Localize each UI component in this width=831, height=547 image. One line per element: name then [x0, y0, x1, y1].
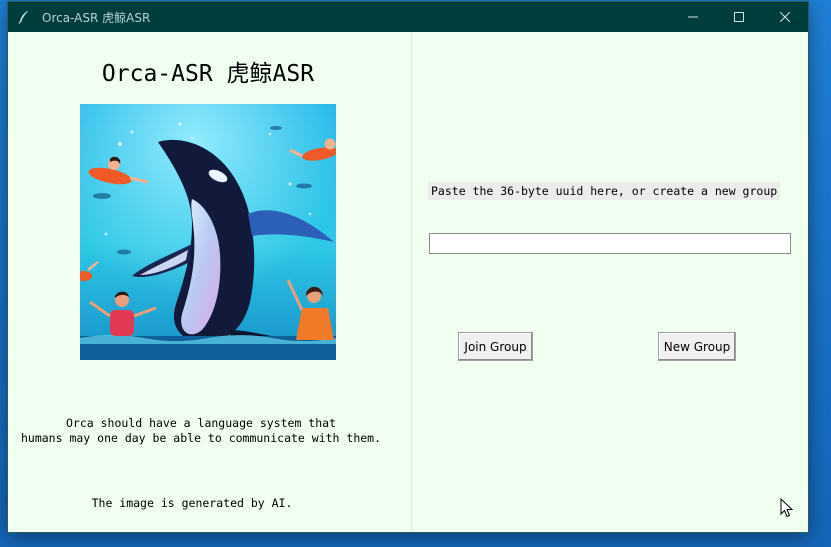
uuid-prompt-label: Paste the 36-byte uuid here, or create a… — [428, 182, 781, 200]
close-button[interactable] — [762, 2, 808, 32]
description-line-1: Orca should have a language system that — [65, 416, 337, 430]
right-panel: Paste the 36-byte uuid here, or create a… — [412, 32, 808, 532]
new-group-button[interactable]: New Group — [658, 332, 736, 361]
hero-image — [80, 104, 336, 360]
feather-icon — [16, 9, 32, 25]
window-title: Orca-ASR 虎鲸ASR — [42, 10, 151, 25]
join-group-button[interactable]: Join Group — [458, 332, 533, 361]
description-text: Orca should have a language system that … — [8, 416, 394, 446]
maximize-icon — [734, 12, 744, 22]
app-window: Orca-ASR 虎鲸ASR Orca-ASR 虎鲸ASR Orca shoul… — [8, 2, 808, 532]
ai-image-footnote: The image is generated by AI. — [91, 496, 293, 510]
description-line-2: humans may one day be able to communicat… — [20, 431, 382, 445]
window-controls — [670, 2, 808, 32]
left-panel: Orca-ASR 虎鲸ASR Orca should have a langua… — [8, 32, 411, 532]
minimize-button[interactable] — [670, 2, 716, 32]
app-title: Orca-ASR 虎鲸ASR — [101, 61, 315, 87]
uuid-input[interactable] — [429, 233, 791, 254]
title-bar[interactable]: Orca-ASR 虎鲸ASR — [8, 2, 808, 32]
minimize-icon — [688, 16, 698, 18]
maximize-button[interactable] — [716, 2, 762, 32]
window-content: Orca-ASR 虎鲸ASR Orca should have a langua… — [8, 32, 808, 532]
close-icon — [780, 12, 790, 22]
mouse-pointer-icon — [780, 497, 794, 518]
